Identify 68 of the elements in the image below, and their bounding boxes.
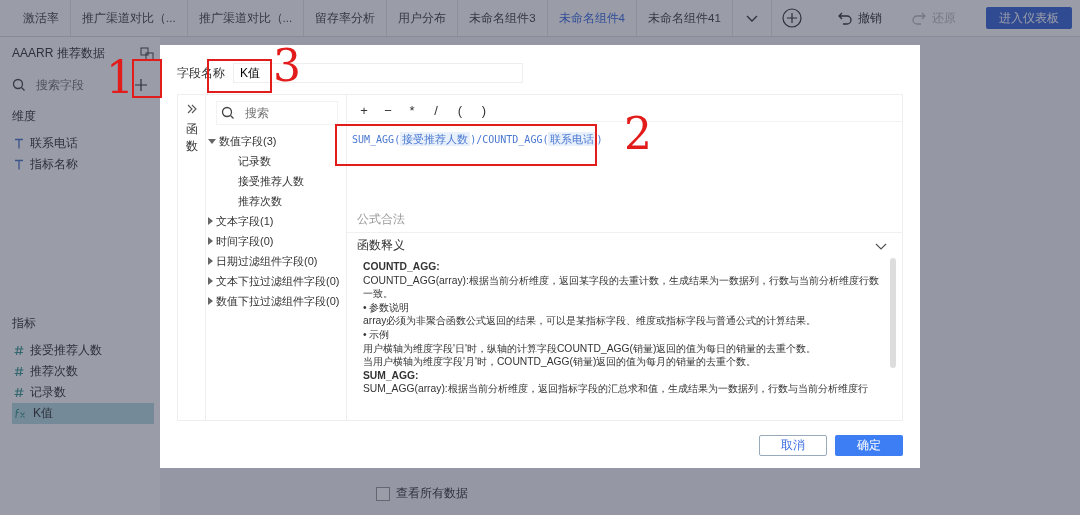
field-item[interactable]: 记录数	[12, 382, 154, 403]
tree-node[interactable]: 时间字段(0)	[206, 231, 274, 251]
operator-button[interactable]: )	[477, 99, 491, 121]
component-tab[interactable]: 留存率分析	[304, 0, 388, 36]
formula-type-icon	[14, 408, 27, 419]
field-item[interactable]: 接受推荐人数	[12, 340, 154, 361]
component-tab[interactable]: 激活率	[12, 0, 71, 36]
cancel-button[interactable]: 取消	[759, 435, 827, 456]
switch-icon[interactable]	[140, 46, 154, 61]
help-text: • 示例	[363, 327, 391, 342]
help-text: SUM_AGG(array):根据当前分析维度，返回指标字段的汇总求和值，生成结果为一数据列，行数与当前分析维度行	[363, 382, 869, 396]
add-icon[interactable]	[781, 8, 802, 28]
search-icon	[12, 78, 26, 92]
search-icon	[221, 106, 235, 120]
number-type-icon	[14, 387, 24, 398]
field-item[interactable]: 指标名称	[12, 154, 154, 175]
help-text: • 参数说明	[363, 300, 411, 315]
section-title: 指标	[12, 315, 37, 332]
component-tab[interactable]: 未命名组件4	[547, 0, 637, 36]
function-heading: COUNTD_AGG:	[363, 260, 441, 274]
section-title: 维度	[12, 108, 37, 125]
text-type-icon	[14, 159, 24, 170]
undo-button[interactable]: 撤销	[838, 9, 882, 27]
function-heading: SUM_AGG:	[363, 368, 420, 383]
operator-button[interactable]: (	[453, 99, 467, 121]
component-tab[interactable]: 推广渠道对比（...	[71, 0, 188, 36]
search-field[interactable]: 搜索	[216, 101, 338, 125]
show-all-checkbox[interactable]: 查看所有数据	[376, 485, 1080, 502]
confirm-button[interactable]: 确定	[835, 435, 903, 456]
tree-node[interactable]: 数值下拉过滤组件字段(0)	[206, 291, 340, 311]
text-type-icon	[14, 138, 24, 149]
tree-leaf[interactable]: 记录数	[206, 151, 346, 171]
operator-button[interactable]: −	[381, 99, 395, 121]
operator-button[interactable]: /	[429, 99, 443, 121]
tree-node[interactable]: 文本下拉过滤组件字段(0)	[206, 271, 340, 291]
dataset-title: AAARR 推荐数据	[12, 45, 105, 62]
help-text: COUNTD_AGG(array):根据当前分析维度，返回某字段的去重计数，生成结果为一数据列，行数与当前分析维度行数一致。	[363, 273, 880, 301]
formula-editor[interactable]: SUM_AGG( 接受推荐人数 )/COUNTD_AGG( 联系电话 )	[347, 122, 608, 162]
operator-button[interactable]: *	[405, 99, 419, 121]
component-tab[interactable]: 推广渠道对比（...	[187, 0, 305, 36]
help-title: 函数释义	[357, 237, 405, 254]
function-tab[interactable]: 函数	[185, 121, 198, 155]
number-type-icon	[14, 366, 24, 377]
tree-leaf[interactable]: 推荐次数	[206, 191, 346, 211]
number-type-icon	[14, 345, 24, 356]
tree-node[interactable]: 数值字段(3)	[206, 131, 277, 151]
component-tab[interactable]: 未命名组件3	[458, 0, 548, 36]
field-item[interactable]: 联系电话	[12, 133, 154, 154]
help-text: array必须为非聚合函数公式返回的结果，可以是某指标字段、维度或指标字段与普通公式的计算结果。	[363, 314, 818, 328]
tree-leaf[interactable]: 接受推荐人数	[206, 171, 346, 191]
field-item[interactable]: K值	[12, 403, 154, 424]
enter-dashboard-button[interactable]: 进入仪表板	[986, 7, 1072, 29]
undo-icon[interactable]	[838, 11, 852, 25]
expand-icon[interactable]	[185, 103, 198, 115]
help-text: 当用户横轴为维度字段'月'时，COUNTD_AGG(销量)返回的值为每月的销量的去重个数。	[363, 355, 758, 369]
operator-button[interactable]: +	[357, 99, 371, 121]
component-tab[interactable]: 用户分布	[387, 0, 459, 36]
annotation-number: 1	[106, 56, 134, 100]
component-tab[interactable]: 未命名组件41	[637, 0, 733, 36]
tree-node[interactable]: 日期过滤组件字段(0)	[206, 251, 318, 271]
annotation-box	[132, 59, 162, 98]
formula-status: 公式合法	[347, 207, 902, 233]
annotation-number: 2	[624, 112, 652, 156]
help-text: 用户横轴为维度字段'日'时，纵轴的计算字段COUNTD_AGG(销量)返回的值为每日的销量的去重个数。	[363, 341, 818, 356]
search-input[interactable]: 搜索	[243, 105, 307, 121]
tree-node[interactable]: 文本字段(1)	[206, 211, 274, 231]
search-input[interactable]: 搜索字段	[34, 77, 98, 93]
field-item[interactable]: 推荐次数	[12, 361, 154, 382]
